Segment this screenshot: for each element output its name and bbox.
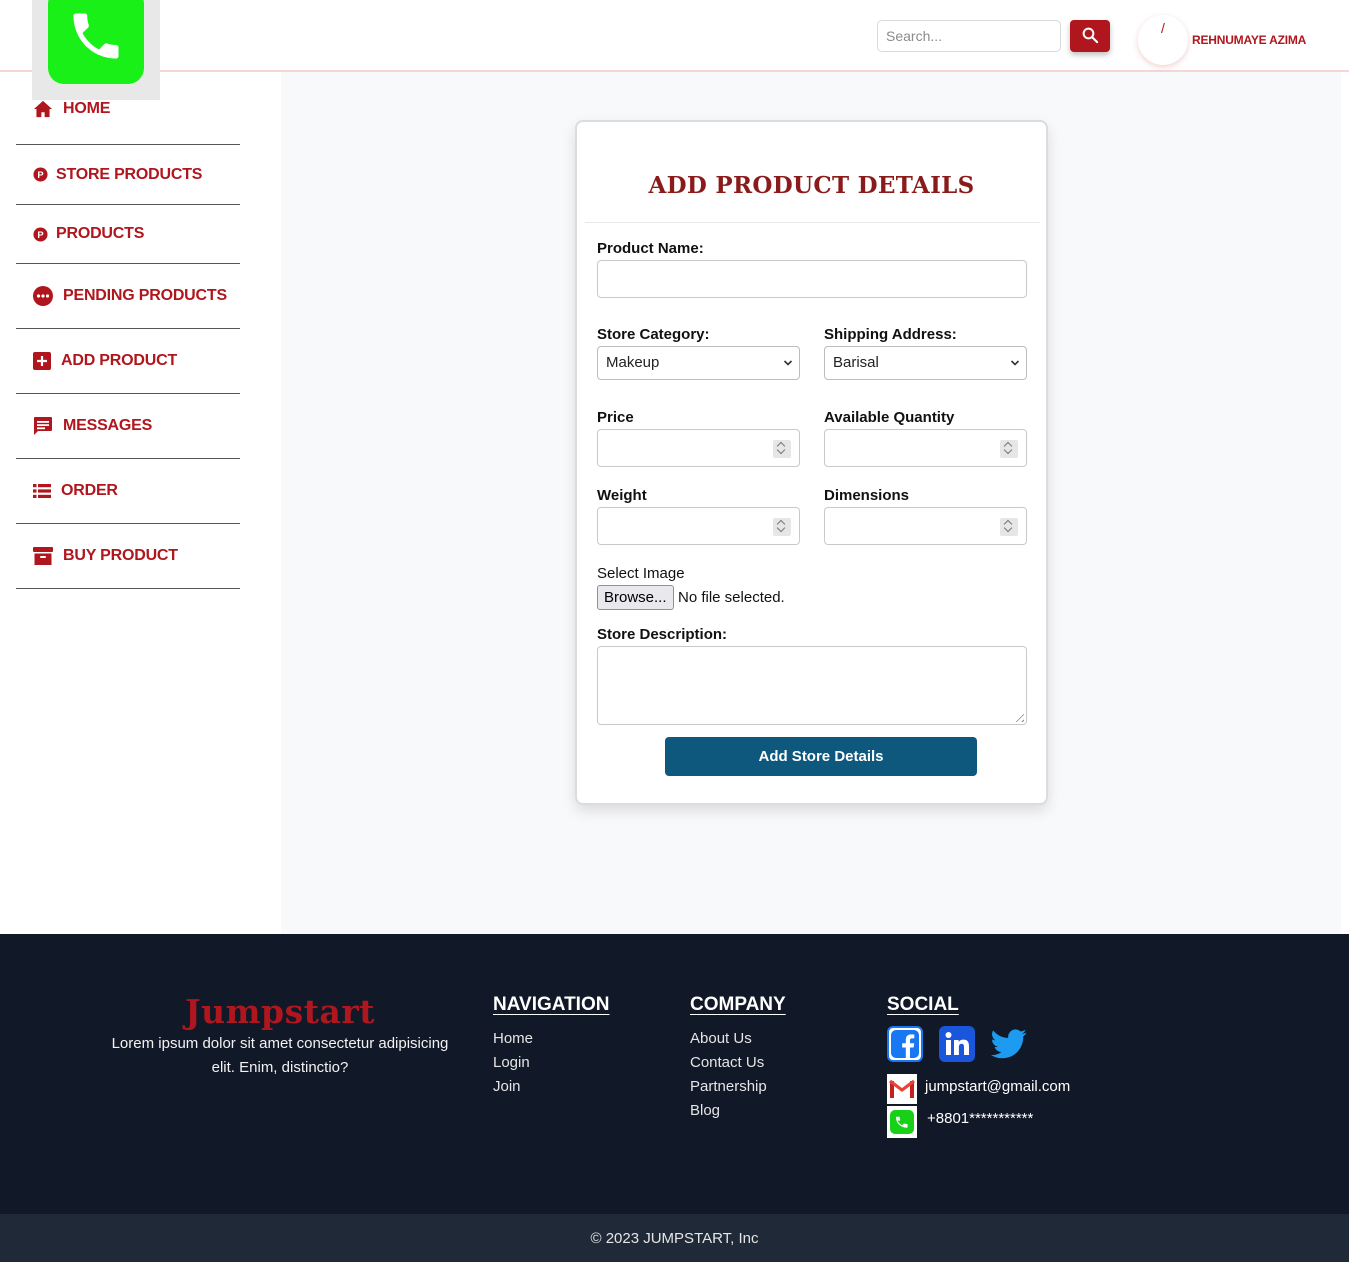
navigation-heading: NAVIGATION [493,994,610,1015]
avatar[interactable]: / [1138,15,1188,65]
store-category-select[interactable]: Makeup [597,346,800,380]
logo[interactable] [32,0,160,100]
home-icon [33,100,53,118]
sidebar-item-label: MESSAGES [63,417,153,434]
number-spinner-icon[interactable] [1000,518,1018,536]
sidebar-item-products[interactable]: P PRODUCTS [16,205,240,264]
product-name-input[interactable] [597,260,1027,298]
list-icon [33,483,51,499]
phone-logo-icon [48,0,144,84]
sidebar-item-label: BUY PRODUCT [63,547,178,564]
footer-link-join[interactable]: Join [493,1078,521,1095]
select-image-label: Select Image [597,565,685,582]
store-category-label: Store Category: [597,326,710,343]
footer-brand: Jumpstart [185,992,375,1031]
product-p-icon: P [33,226,48,242]
facebook-icon[interactable] [887,1026,923,1062]
weight-input[interactable] [597,507,800,545]
no-file-text: No file selected. [678,589,785,606]
shipping-address-select[interactable]: Barisal [824,346,1027,380]
message-icon [33,416,53,436]
top-header: / REHNUMAYE AZIMA [0,0,1349,72]
number-spinner-icon[interactable] [773,518,791,536]
price-input[interactable] [597,429,800,467]
browse-button[interactable]: Browse... [597,585,674,610]
linkedin-icon[interactable] [939,1026,975,1062]
available-quantity-label: Available Quantity [824,409,955,426]
archive-icon [33,546,53,566]
copyright-bar: © 2023 JUMPSTART, Inc [0,1214,1349,1262]
social-heading: SOCIAL [887,994,959,1015]
whatsapp-phone-icon [887,1106,917,1138]
dimensions-label: Dimensions [824,487,910,504]
footer-link-home[interactable]: Home [493,1030,533,1047]
footer-link-about-us[interactable]: About Us [690,1030,752,1047]
pending-dots-icon [33,286,53,306]
footer-description: Lorem ipsum dolor sit amet consectetur a… [111,1035,449,1076]
footer: Jumpstart Lorem ipsum dolor sit amet con… [0,934,1349,1214]
sidebar-item-label: ORDER [61,482,118,499]
add-box-icon [33,352,51,370]
sidebar: HOME P STORE PRODUCTS P PRODUCTS PENDING… [0,72,281,934]
svg-text:P: P [37,229,43,239]
chevron-down-icon [1010,347,1020,392]
twitter-icon[interactable] [991,1026,1027,1062]
copyright-text: © 2023 JUMPSTART, Inc [590,1230,759,1247]
sidebar-item-add-product[interactable]: ADD PRODUCT [16,329,240,394]
gmail-icon [887,1074,917,1104]
sidebar-item-label: PENDING PRODUCTS [63,287,227,304]
main-content: ADD PRODUCT DETAILS Product Name: Store … [281,72,1341,934]
number-spinner-icon[interactable] [1000,440,1018,458]
number-spinner-icon[interactable] [773,440,791,458]
shipping-address-label: Shipping Address: [824,326,957,343]
product-p-icon: P [33,167,48,182]
resize-grip-icon[interactable] [1012,710,1024,722]
footer-link-login[interactable]: Login [493,1054,530,1071]
product-name-label: Product Name: [597,240,704,257]
dimensions-input[interactable] [824,507,1027,545]
add-store-details-button[interactable]: Add Store Details [665,737,977,776]
search-button[interactable] [1070,20,1110,52]
sidebar-item-store-products[interactable]: P STORE PRODUCTS [16,145,240,205]
price-label: Price [597,409,634,426]
store-description-label: Store Description: [597,626,728,643]
search-icon [1081,26,1099,47]
company-heading: COMPANY [690,994,786,1015]
sidebar-item-label: HOME [63,100,111,117]
form-title: ADD PRODUCT DETAILS [648,172,975,199]
footer-link-contact-us[interactable]: Contact Us [690,1054,764,1071]
store-description-textarea[interactable] [597,646,1027,725]
contact-phone[interactable]: +8801*********** [927,1110,1033,1127]
username[interactable]: REHNUMAYE AZIMA [1192,33,1306,47]
chevron-down-icon [783,347,793,392]
contact-email[interactable]: jumpstart@gmail.com [925,1078,1070,1095]
svg-text:P: P [37,170,43,180]
title-divider [585,222,1040,223]
sidebar-item-label: ADD PRODUCT [61,352,178,369]
sidebar-item-messages[interactable]: MESSAGES [16,394,240,459]
sidebar-item-pending-products[interactable]: PENDING PRODUCTS [16,264,240,329]
sidebar-item-label: PRODUCTS [56,225,145,242]
sidebar-item-label: STORE PRODUCTS [56,165,203,183]
footer-link-blog[interactable]: Blog [690,1102,720,1119]
footer-link-partnership[interactable]: Partnership [690,1078,767,1095]
available-quantity-input[interactable] [824,429,1027,467]
sidebar-item-order[interactable]: ORDER [16,459,240,524]
add-product-form: ADD PRODUCT DETAILS Product Name: Store … [575,120,1048,805]
sidebar-item-buy-product[interactable]: BUY PRODUCT [16,524,240,589]
store-category-value: Makeup [606,354,660,371]
search-input[interactable] [877,20,1061,52]
weight-label: Weight [597,487,647,504]
shipping-address-value: Barisal [833,354,879,371]
